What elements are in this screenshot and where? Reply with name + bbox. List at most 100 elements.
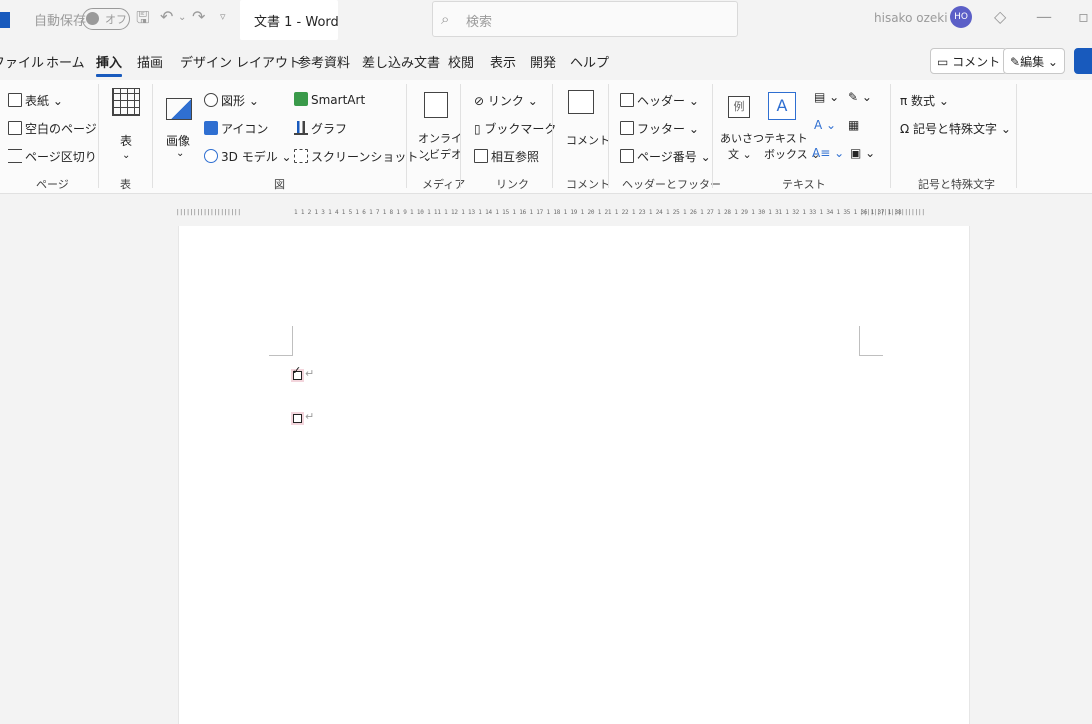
- document-title-text: 文書 1 - Word: [254, 15, 339, 30]
- ribbon-separator: [98, 84, 99, 188]
- quick-parts-icon[interactable]: ▤ ⌄: [814, 90, 839, 104]
- blank-page-button[interactable]: 空白のページ: [8, 120, 97, 137]
- save-icon[interactable]: 🖫: [136, 7, 150, 34]
- page-break-button[interactable]: ページ区切り: [8, 148, 97, 165]
- horizontal-ruler[interactable]: ||||||||||||||||||| 1 1 2 1 3 1 4 1 5 1 …: [176, 207, 972, 221]
- search-input[interactable]: ⌕ 検索: [432, 1, 738, 37]
- undo-dropdown-icon[interactable]: ⌄: [178, 12, 186, 23]
- equation-label: 数式: [911, 94, 936, 108]
- group-label-symbols: 記号と特殊文字: [918, 178, 995, 191]
- chevron-down-icon[interactable]: ⌄: [122, 150, 130, 161]
- paragraph-mark: ↵: [305, 410, 315, 423]
- chart-button[interactable]: グラフ: [294, 120, 347, 137]
- tab-home[interactable]: ホーム: [46, 52, 85, 71]
- margin-corner-top-right: [859, 326, 883, 356]
- ribbon-separator: [1016, 84, 1017, 188]
- header-button[interactable]: ヘッダー ⌄: [620, 92, 699, 109]
- chevron-down-icon: ⌄: [1044, 55, 1058, 69]
- bookmark-button[interactable]: ▯ ブックマーク: [474, 120, 556, 137]
- comment-button[interactable]: ▭ コメント: [930, 48, 1008, 74]
- edit-mode-button[interactable]: ✎編集 ⌄: [1003, 48, 1065, 74]
- equation-button[interactable]: π 数式 ⌄: [900, 92, 949, 109]
- table-icon[interactable]: [112, 88, 140, 116]
- link-label: リンク: [487, 94, 524, 108]
- object-icon[interactable]: ▣ ⌄: [850, 146, 875, 160]
- tab-review[interactable]: 校閲: [448, 52, 474, 71]
- tab-design[interactable]: デザイン: [180, 52, 232, 71]
- footer-button[interactable]: フッター ⌄: [620, 120, 699, 137]
- content-control-checkbox-unchecked[interactable]: [291, 412, 304, 425]
- online-video-label-1[interactable]: オンライ: [418, 130, 462, 146]
- tab-developer[interactable]: 開発: [530, 52, 556, 71]
- tab-file[interactable]: ファイル: [0, 52, 44, 71]
- smartart-button[interactable]: SmartArt: [294, 92, 365, 107]
- chevron-down-icon[interactable]: ⌄: [176, 148, 184, 159]
- document-title[interactable]: 文書 1 - Word: [240, 0, 339, 40]
- link-button[interactable]: ⊘ リンク ⌄: [474, 92, 538, 109]
- margin-corner-top-left: [269, 326, 293, 356]
- group-label-comments: コメント: [566, 178, 610, 191]
- autosave-toggle[interactable]: オフ: [82, 8, 130, 30]
- new-comment-button[interactable]: コメント: [566, 132, 610, 148]
- greeting-icon[interactable]: 例: [728, 96, 750, 118]
- image-button[interactable]: 画像: [166, 132, 190, 149]
- cube-icon: [204, 149, 218, 163]
- icons-button[interactable]: アイコン: [204, 120, 268, 137]
- screenshot-button[interactable]: スクリーンショット ⌄: [294, 148, 432, 165]
- greeting-label-2-text: 文: [728, 148, 739, 161]
- chart-label: グラフ: [311, 122, 348, 136]
- minimize-icon[interactable]: —: [1036, 7, 1052, 26]
- dropcap-icon[interactable]: A≡ ⌄: [812, 146, 844, 160]
- symbol-button[interactable]: Ω 記号と特殊文字 ⌄: [900, 120, 1011, 137]
- document-page[interactable]: ✓ ↵ ↵: [178, 226, 970, 724]
- screenshot-label: スクリーンショット: [311, 150, 419, 164]
- maximize-icon[interactable]: ▫: [1078, 7, 1089, 26]
- textbox-icon[interactable]: A: [768, 92, 796, 120]
- new-comment-icon[interactable]: [568, 90, 594, 114]
- greeting-label-2[interactable]: 文 ⌄: [728, 146, 752, 162]
- page-number-button[interactable]: ページ番号 ⌄: [620, 148, 711, 165]
- customize-qat-icon[interactable]: ▿: [220, 10, 226, 23]
- wordart-icon[interactable]: A ⌄: [814, 118, 836, 132]
- signature-line-icon[interactable]: ✎ ⌄: [848, 90, 872, 104]
- bookmark-icon: ▯: [474, 122, 485, 136]
- autosave-state: オフ: [105, 13, 127, 26]
- avatar[interactable]: HO: [950, 6, 972, 28]
- crossref-button[interactable]: 相互参照: [474, 148, 539, 165]
- ribbon-separator: [608, 84, 609, 188]
- page-break-icon: [8, 149, 22, 163]
- comment-button-label: コメント: [952, 55, 1001, 69]
- online-video-label-2[interactable]: ンビデオ: [418, 146, 462, 162]
- redo-icon[interactable]: ↷: [192, 7, 205, 26]
- cover-page-button[interactable]: 表紙 ⌄: [8, 92, 63, 109]
- footer-label: フッター: [637, 122, 686, 136]
- diamond-icon[interactable]: ◇: [994, 7, 1006, 26]
- textbox-label-1[interactable]: テキスト: [764, 130, 808, 146]
- tab-insert[interactable]: 挿入: [96, 52, 123, 77]
- bookmark-label: ブックマーク: [484, 122, 557, 136]
- greeting-label-1[interactable]: あいさつ: [720, 130, 764, 146]
- table-button[interactable]: 表: [120, 132, 132, 149]
- tab-layout[interactable]: レイアウト: [236, 52, 301, 71]
- shapes-button[interactable]: 図形 ⌄: [204, 92, 259, 109]
- smartart-icon: [294, 92, 308, 106]
- group-label-links: リンク: [496, 178, 529, 191]
- ribbon-separator: [406, 84, 407, 188]
- online-video-icon[interactable]: [424, 92, 448, 118]
- date-time-icon[interactable]: ▦: [848, 118, 859, 132]
- 3d-models-button[interactable]: 3D モデル ⌄: [204, 148, 292, 165]
- word-logo-icon: [0, 12, 10, 28]
- tab-mailings[interactable]: 差し込み文書: [362, 52, 440, 71]
- shapes-label: 図形: [221, 94, 246, 108]
- comment-icon: ▭: [937, 55, 953, 69]
- tab-view[interactable]: 表示: [490, 52, 516, 71]
- image-icon[interactable]: [166, 98, 192, 120]
- smartart-label: SmartArt: [311, 93, 366, 107]
- undo-icon[interactable]: ↶: [160, 7, 173, 26]
- tab-help[interactable]: ヘルプ: [570, 52, 609, 71]
- share-button[interactable]: [1074, 48, 1092, 74]
- tab-draw[interactable]: 描画: [137, 52, 163, 71]
- content-control-checkbox-checked[interactable]: ✓: [291, 364, 304, 382]
- ribbon-separator: [552, 84, 553, 188]
- tab-references[interactable]: 参考資料: [298, 52, 350, 71]
